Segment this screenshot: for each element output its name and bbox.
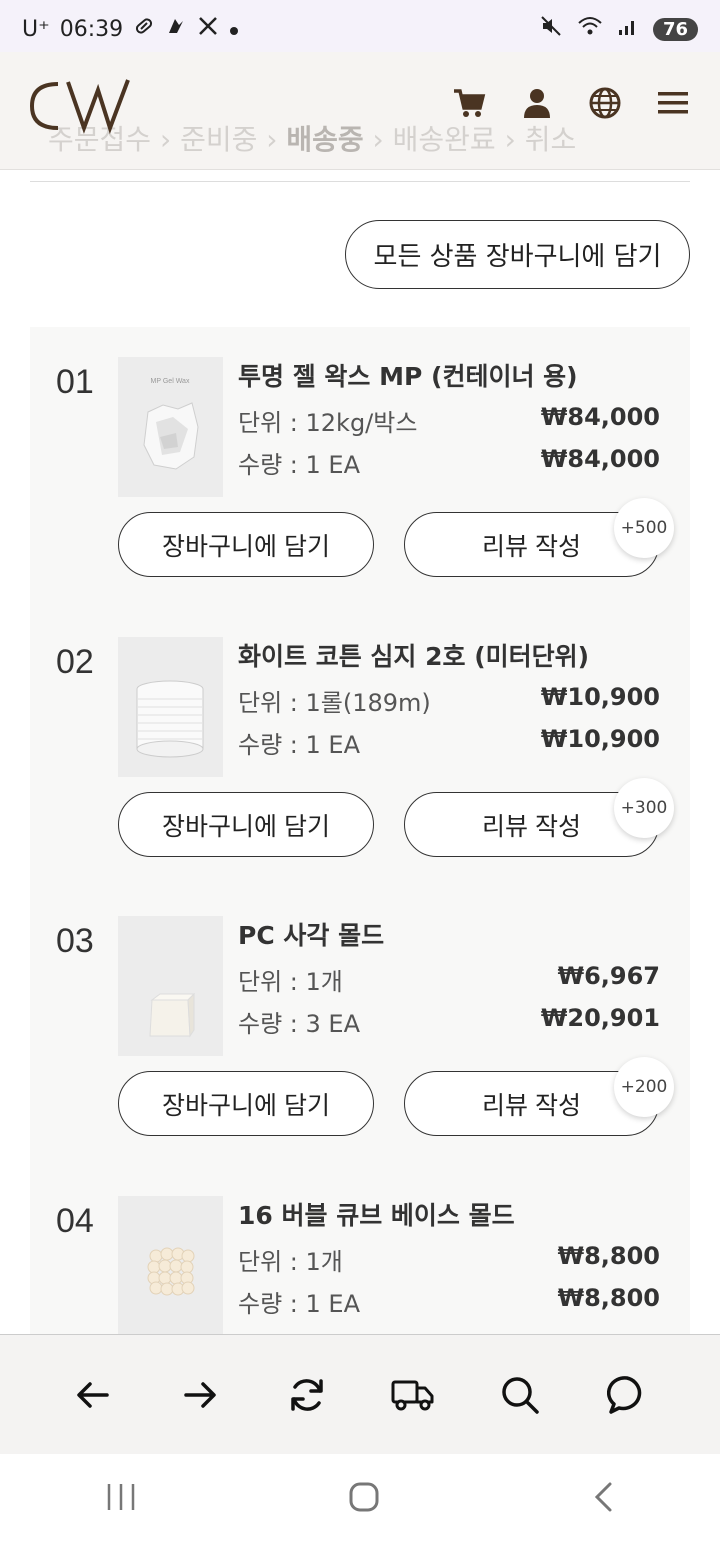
x-icon (197, 15, 219, 43)
total-price: ₩10,900 (540, 725, 660, 753)
step-separator: › (504, 123, 516, 156)
step-preparing: 준비중 (180, 123, 258, 156)
thumb-caption: MP Gel Wax (151, 378, 190, 385)
product-thumbnail[interactable]: MP Gel Wax (118, 357, 223, 497)
step-separator: › (266, 123, 278, 156)
signal-icon (617, 15, 639, 43)
cart-icon[interactable] (452, 86, 486, 120)
quantity-label: 수량 : 1 EA (238, 1290, 360, 1318)
pill-icon (133, 15, 155, 43)
clock: 06:39 (59, 16, 124, 42)
list-item: 03 PC 사각 몰드 단위 : 1개 ₩6,967 수량 : 3 EA ₩20… (30, 886, 690, 1166)
total-price: ₩84,000 (540, 445, 660, 473)
unit-price: ₩8,800 (557, 1242, 660, 1270)
quantity-label: 수량 : 1 EA (238, 731, 360, 759)
quantity-row: 수량 : 3 EA ₩20,901 (238, 1004, 660, 1039)
item-number: 04 (56, 1202, 94, 1240)
list-item: 04 16 버블 큐브 베이스 몰드 단위 : 1개 ₩8,800 수량 : 1… (30, 1166, 690, 1337)
quantity-label: 수량 : 1 EA (238, 451, 360, 479)
unit-label: 단위 : 1롤(189m) (238, 689, 431, 717)
app-notification-icon (165, 15, 187, 43)
item-number: 02 (56, 643, 94, 681)
unit-price: ₩84,000 (540, 403, 660, 431)
quantity-row: 수량 : 1 EA ₩8,800 (238, 1284, 660, 1319)
wifi-icon (577, 15, 603, 43)
product-thumbnail[interactable] (118, 916, 223, 1056)
item-number: 01 (56, 363, 94, 401)
unit-row: 단위 : 12kg/박스 ₩84,000 (238, 403, 660, 438)
system-navigation-bar (0, 1454, 720, 1544)
total-price: ₩8,800 (557, 1284, 660, 1312)
status-bar: U⁺ 06:39 76 (0, 0, 720, 58)
add-to-cart-button[interactable]: 장바구니에 담기 (118, 792, 374, 857)
total-price: ₩20,901 (540, 1004, 660, 1032)
unit-label: 단위 : 12kg/박스 (238, 409, 418, 437)
quantity-row: 수량 : 1 EA ₩10,900 (238, 725, 660, 760)
unit-price: ₩6,967 (557, 962, 660, 990)
search-icon[interactable] (498, 1373, 542, 1417)
review-points-badge: +300 (614, 778, 674, 838)
back-icon[interactable] (591, 1481, 615, 1517)
dot-icon (229, 17, 239, 42)
step-delivered: 배송완료 (392, 123, 496, 156)
step-shipping: 배송중 (286, 123, 364, 156)
unit-price: ₩10,900 (540, 683, 660, 711)
item-number: 03 (56, 922, 94, 960)
order-item-list: 01 MP Gel Wax 투명 젤 왁스 MP (컨테이너 용) 단위 : 1… (30, 327, 690, 1337)
unit-row: 단위 : 1개 ₩8,800 (238, 1242, 660, 1277)
product-thumbnail[interactable] (118, 637, 223, 777)
forward-arrow-icon[interactable] (178, 1373, 222, 1417)
add-to-cart-button[interactable]: 장바구니에 담기 (118, 512, 374, 577)
list-item: 01 MP Gel Wax 투명 젤 왁스 MP (컨테이너 용) 단위 : 1… (30, 327, 690, 607)
menu-icon[interactable] (656, 86, 690, 120)
product-name[interactable]: PC 사각 몰드 (238, 916, 384, 952)
step-separator: › (159, 123, 172, 156)
product-name[interactable]: 화이트 코튼 심지 2호 (미터단위) (238, 637, 589, 673)
globe-icon[interactable] (588, 86, 622, 120)
unit-label: 단위 : 1개 (238, 1248, 343, 1276)
user-icon[interactable] (520, 86, 554, 120)
add-all-to-cart-button[interactable]: 모든 상품 장바구니에 담기 (345, 220, 690, 289)
recent-apps-icon[interactable] (105, 1482, 137, 1516)
unit-row: 단위 : 1롤(189m) ₩10,900 (238, 683, 660, 718)
header-icons (452, 86, 690, 120)
add-to-cart-button[interactable]: 장바구니에 담기 (118, 1071, 374, 1136)
brand-logo[interactable] (28, 76, 140, 136)
unit-row: 단위 : 1개 ₩6,967 (238, 962, 660, 997)
step-separator: › (372, 123, 384, 156)
back-arrow-icon[interactable] (71, 1373, 115, 1417)
home-icon[interactable] (348, 1481, 380, 1517)
carrier-label: U⁺ (22, 16, 50, 42)
refresh-icon[interactable] (285, 1373, 329, 1417)
quantity-row: 수량 : 1 EA ₩84,000 (238, 445, 660, 480)
divider (30, 181, 690, 182)
quantity-label: 수량 : 3 EA (238, 1010, 360, 1038)
unit-label: 단위 : 1개 (238, 968, 343, 996)
chat-icon[interactable] (605, 1373, 649, 1417)
review-points-badge: +500 (614, 498, 674, 558)
browser-toolbar (0, 1334, 720, 1454)
truck-icon[interactable] (391, 1373, 435, 1417)
step-cancel: 취소 (524, 123, 577, 156)
mute-icon (539, 14, 563, 44)
product-name[interactable]: 16 버블 큐브 베이스 몰드 (238, 1196, 515, 1232)
review-points-badge: +200 (614, 1057, 674, 1117)
list-item: 02 화이트 코튼 심지 2호 (미터단위) 단위 : 1롤(189m) ₩10… (30, 607, 690, 887)
battery-indicator: 76 (652, 17, 698, 41)
product-name[interactable]: 투명 젤 왁스 MP (컨테이너 용) (238, 357, 578, 393)
product-thumbnail[interactable] (118, 1196, 223, 1336)
